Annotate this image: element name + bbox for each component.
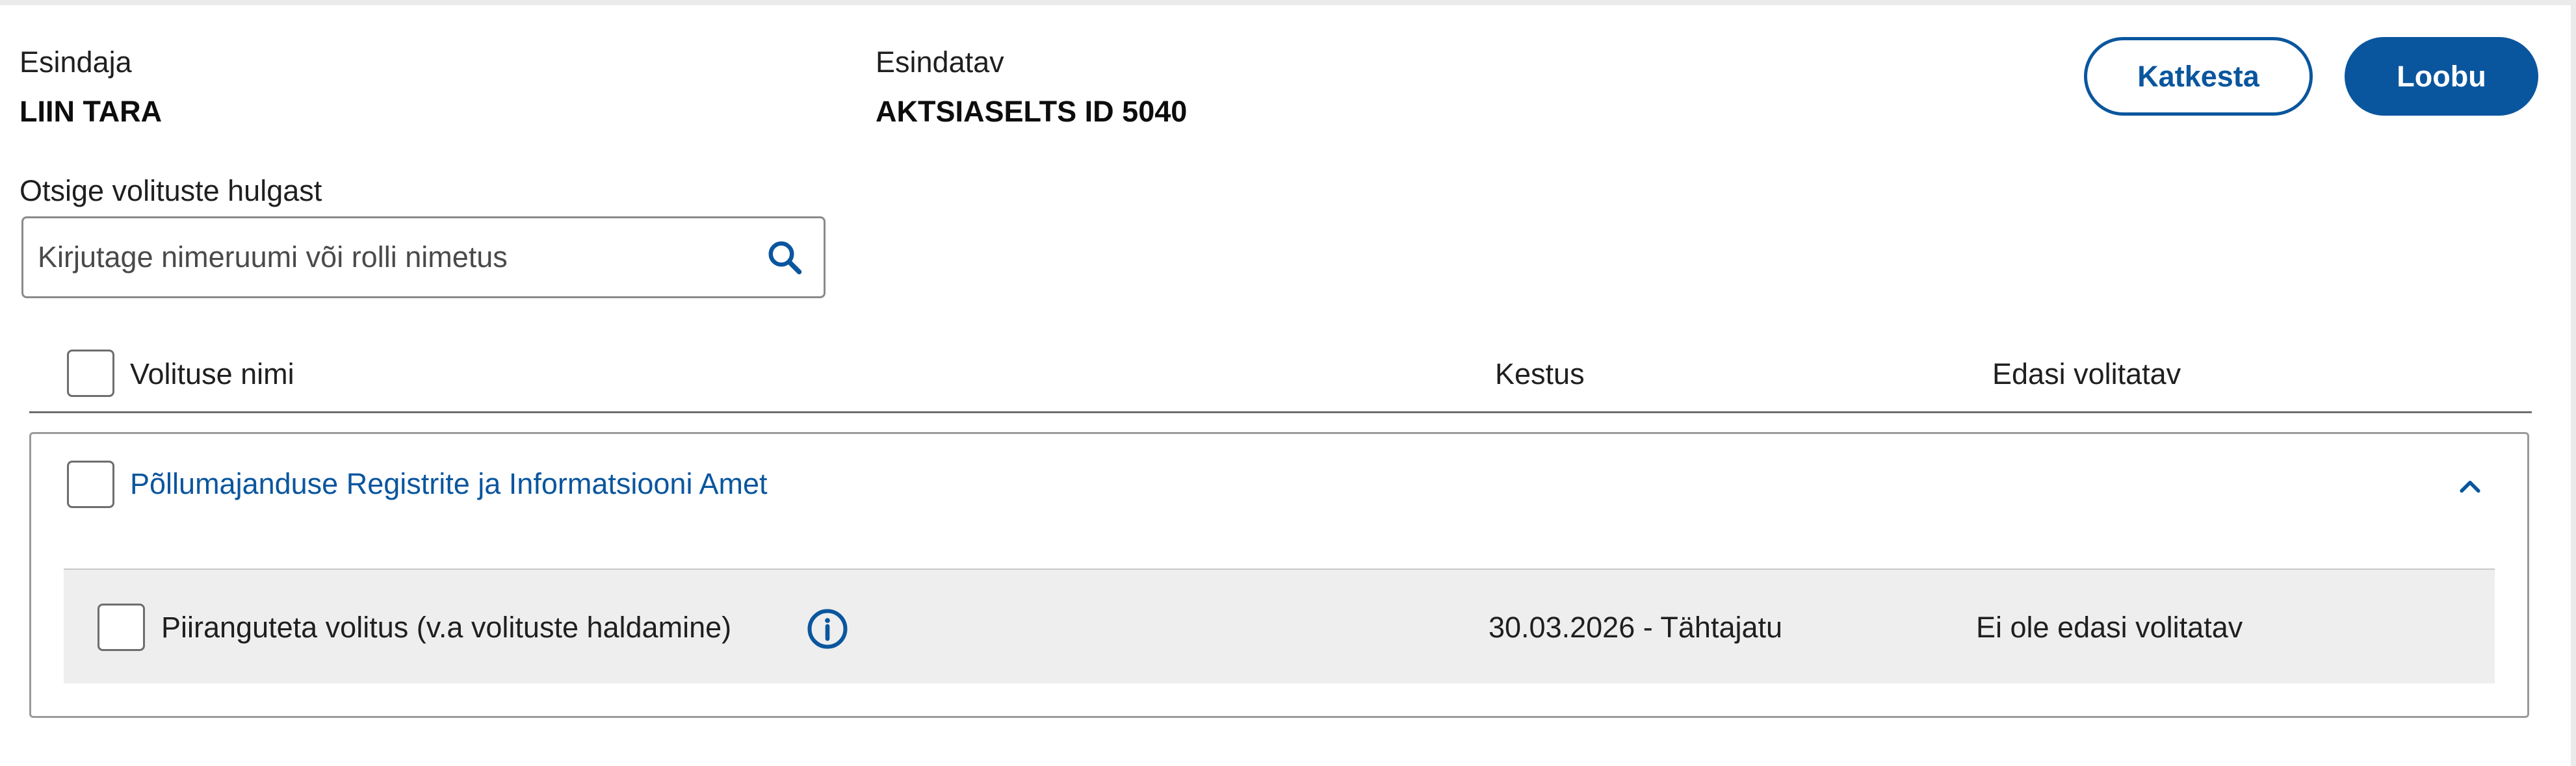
row-delegable: Ei ole edasi volitatav [1976,611,2243,644]
group-title[interactable]: Põllumajanduse Registrite ja Informatsio… [130,467,768,501]
select-all-checkbox[interactable] [67,350,114,397]
esindatav-value: AKTSIASELTS ID 5040 [876,95,1188,128]
katkesta-button[interactable]: Katkesta [2084,37,2313,116]
column-header-name: Volituse nimi [130,357,294,390]
column-header-duration: Kestus [1495,357,1585,390]
header-divider [29,411,2532,413]
search-input[interactable] [38,218,740,296]
top-border [0,0,2576,5]
esindaja-value: LIIN TARA [20,95,163,128]
info-icon[interactable] [806,607,849,650]
esindaja-label: Esindaja [20,45,132,79]
row-duration: 30.03.2026 - Tähtajatu [1489,611,1783,644]
esindatav-label: Esindatav [876,45,1004,79]
search-icon[interactable] [765,238,804,277]
row-permission-name: Piiranguteta volitus (v.a volituste hald… [161,611,732,644]
row-checkbox[interactable] [98,604,145,651]
chevron-up-icon[interactable] [2456,473,2484,502]
column-header-delegable: Edasi volitatav [1992,357,2181,390]
group-checkbox[interactable] [67,461,114,508]
loobu-button[interactable]: Loobu [2345,37,2538,116]
search-field [21,216,826,298]
right-border [2571,0,2576,766]
search-label: Otsige volituste hulgast [20,174,322,207]
